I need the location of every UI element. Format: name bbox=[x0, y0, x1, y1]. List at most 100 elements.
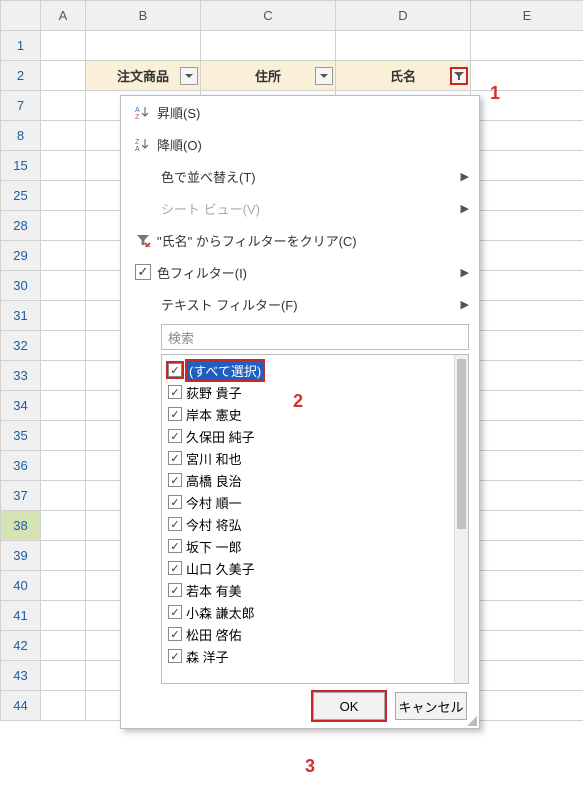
cell[interactable] bbox=[471, 451, 583, 481]
cell[interactable] bbox=[41, 241, 86, 271]
resize-grip-icon[interactable] bbox=[467, 716, 477, 726]
cell[interactable] bbox=[41, 361, 86, 391]
text-filter[interactable]: テキスト フィルター(F) ▶ bbox=[121, 288, 479, 320]
cell[interactable] bbox=[41, 481, 86, 511]
cell[interactable] bbox=[471, 691, 583, 721]
cell[interactable] bbox=[41, 661, 86, 691]
col-head-E[interactable]: E bbox=[471, 1, 583, 31]
sort-by-color[interactable]: 色で並べ替え(T) ▶ bbox=[121, 160, 479, 192]
cell[interactable] bbox=[41, 571, 86, 601]
filter-item[interactable]: ✓小森 謙太郎 bbox=[168, 601, 454, 623]
checkbox-icon[interactable]: ✓ bbox=[168, 539, 182, 553]
cell[interactable] bbox=[41, 391, 86, 421]
cell[interactable] bbox=[471, 91, 583, 121]
row-head[interactable]: 38 bbox=[1, 511, 41, 541]
col-head-C[interactable]: C bbox=[201, 1, 336, 31]
checkbox-icon[interactable]: ✓ bbox=[168, 561, 182, 575]
cell[interactable] bbox=[471, 601, 583, 631]
filter-item[interactable]: ✓今村 将弘 bbox=[168, 513, 454, 535]
cell[interactable] bbox=[41, 511, 86, 541]
cell[interactable] bbox=[41, 601, 86, 631]
checkbox-icon[interactable]: ✓ bbox=[168, 429, 182, 443]
ok-button[interactable]: OK bbox=[313, 692, 385, 720]
sort-asc[interactable]: AZ 昇順(S) bbox=[121, 96, 479, 128]
cell[interactable] bbox=[41, 451, 86, 481]
row-head[interactable]: 35 bbox=[1, 421, 41, 451]
col-head-D[interactable]: D bbox=[336, 1, 471, 31]
cell[interactable] bbox=[471, 481, 583, 511]
filter-item[interactable]: ✓森 洋子 bbox=[168, 645, 454, 667]
filter-item[interactable]: ✓荻野 貴子 bbox=[168, 381, 454, 403]
row-head[interactable]: 43 bbox=[1, 661, 41, 691]
col-head-B[interactable]: B bbox=[86, 1, 201, 31]
cell[interactable] bbox=[86, 31, 201, 61]
row-head[interactable]: 40 bbox=[1, 571, 41, 601]
checkbox-icon[interactable]: ✓ bbox=[168, 363, 182, 377]
checkbox-icon[interactable]: ✓ bbox=[168, 407, 182, 421]
cell[interactable] bbox=[471, 61, 583, 91]
cell[interactable] bbox=[471, 661, 583, 691]
cell[interactable] bbox=[471, 571, 583, 601]
cell[interactable]: 注文商品 bbox=[86, 61, 201, 91]
row-head[interactable]: 42 bbox=[1, 631, 41, 661]
checkbox-icon[interactable]: ✓ bbox=[168, 583, 182, 597]
row-head[interactable]: 28 bbox=[1, 211, 41, 241]
cell[interactable] bbox=[471, 361, 583, 391]
scrollbar-thumb[interactable] bbox=[457, 359, 466, 529]
col-head-A[interactable]: A bbox=[41, 1, 86, 31]
checkbox-icon[interactable]: ✓ bbox=[168, 517, 182, 531]
cell[interactable] bbox=[471, 391, 583, 421]
checkbox-icon[interactable]: ✓ bbox=[168, 451, 182, 465]
cell[interactable] bbox=[41, 121, 86, 151]
filter-dropdown-button[interactable] bbox=[180, 67, 198, 85]
cell[interactable] bbox=[471, 181, 583, 211]
filter-item[interactable]: ✓今村 順一 bbox=[168, 491, 454, 513]
cell[interactable] bbox=[41, 151, 86, 181]
cell[interactable] bbox=[41, 91, 86, 121]
row-head[interactable]: 29 bbox=[1, 241, 41, 271]
cell[interactable] bbox=[471, 301, 583, 331]
cell[interactable] bbox=[41, 691, 86, 721]
cell[interactable] bbox=[201, 31, 336, 61]
cell[interactable] bbox=[41, 271, 86, 301]
checkbox-icon[interactable]: ✓ bbox=[168, 605, 182, 619]
filter-item[interactable]: ✓山口 久美子 bbox=[168, 557, 454, 579]
cell[interactable] bbox=[41, 421, 86, 451]
row-head[interactable]: 15 bbox=[1, 151, 41, 181]
cell[interactable] bbox=[471, 121, 583, 151]
row-head[interactable]: 39 bbox=[1, 541, 41, 571]
clear-filter[interactable]: "氏名" からフィルターをクリア(C) bbox=[121, 224, 479, 256]
filter-search-input[interactable]: 検索 bbox=[161, 324, 469, 350]
filter-item[interactable]: ✓岸本 憲史 bbox=[168, 403, 454, 425]
cell[interactable] bbox=[471, 241, 583, 271]
filter-item[interactable]: ✓宮川 和也 bbox=[168, 447, 454, 469]
cell[interactable] bbox=[471, 31, 583, 61]
cell[interactable] bbox=[471, 151, 583, 181]
color-filter[interactable]: ✓ 色フィルター(I) ▶ bbox=[121, 256, 479, 288]
cell[interactable]: 氏名 bbox=[336, 61, 471, 91]
cell[interactable] bbox=[471, 631, 583, 661]
row-head[interactable]: 41 bbox=[1, 601, 41, 631]
cell[interactable] bbox=[41, 181, 86, 211]
row-head[interactable]: 25 bbox=[1, 181, 41, 211]
checkbox-icon[interactable]: ✓ bbox=[168, 473, 182, 487]
filter-item[interactable]: ✓松田 啓佑 bbox=[168, 623, 454, 645]
filter-dropdown-button[interactable] bbox=[450, 67, 468, 85]
checkbox-icon[interactable]: ✓ bbox=[168, 627, 182, 641]
filter-item[interactable]: ✓坂下 一郎 bbox=[168, 535, 454, 557]
cell[interactable] bbox=[41, 211, 86, 241]
row-head[interactable]: 31 bbox=[1, 301, 41, 331]
row-head[interactable]: 30 bbox=[1, 271, 41, 301]
cell[interactable] bbox=[41, 301, 86, 331]
cell[interactable] bbox=[471, 511, 583, 541]
select-all-corner[interactable] bbox=[1, 1, 41, 31]
cell[interactable] bbox=[41, 331, 86, 361]
checkbox-icon[interactable]: ✓ bbox=[168, 385, 182, 399]
cell[interactable]: 住所 bbox=[201, 61, 336, 91]
filter-item[interactable]: ✓若本 有美 bbox=[168, 579, 454, 601]
cell[interactable] bbox=[336, 31, 471, 61]
row-head[interactable]: 44 bbox=[1, 691, 41, 721]
list-scrollbar[interactable] bbox=[454, 355, 468, 683]
cell[interactable] bbox=[41, 31, 86, 61]
cell[interactable] bbox=[41, 61, 86, 91]
